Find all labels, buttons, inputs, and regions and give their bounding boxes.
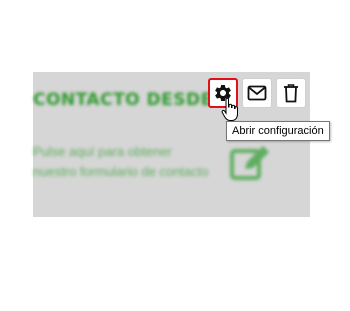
edit-icon bbox=[230, 146, 269, 180]
hand-cursor-icon bbox=[221, 98, 238, 121]
widget-title: CONTACTO DESDE bbox=[33, 90, 213, 110]
mail-button[interactable] bbox=[242, 78, 272, 108]
delete-button[interactable] bbox=[276, 78, 306, 108]
envelope-icon bbox=[247, 85, 267, 101]
trash-icon bbox=[284, 84, 298, 103]
widget-description: Pulse aquí para obtener nuestro formular… bbox=[33, 144, 209, 179]
screen: CONTACTO DESDE Pulse aquí para obtener n… bbox=[0, 0, 350, 311]
settings-tooltip: Abrir configuración bbox=[226, 121, 330, 141]
